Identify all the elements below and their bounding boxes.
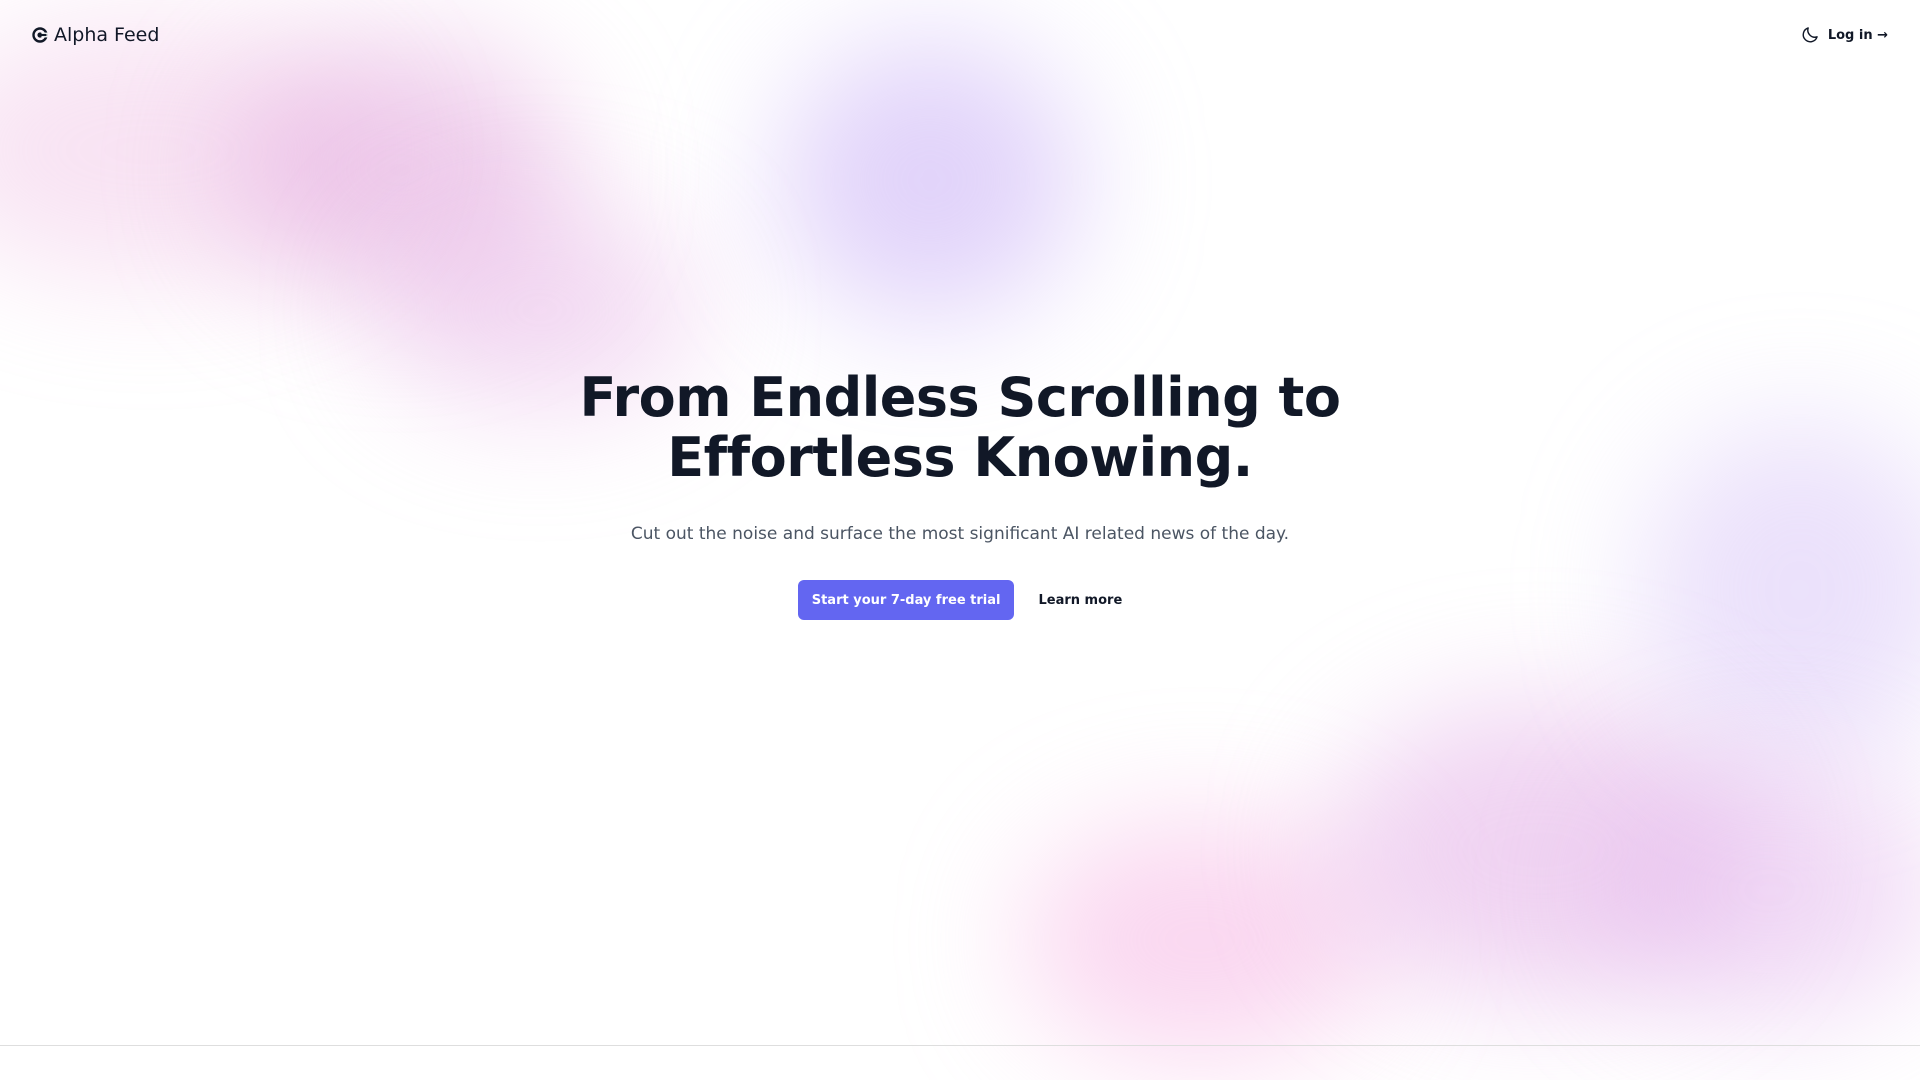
logo-link[interactable]: Alpha Feed <box>32 24 159 46</box>
hero-headline-line-1: From Endless Scrolling to <box>579 366 1341 429</box>
landing-page: Alpha Feed Log in → From Endless Scrolli… <box>0 0 1920 1080</box>
header-actions: Log in → <box>1800 25 1888 45</box>
hero-headline: From Endless Scrolling to Effortless Kno… <box>0 368 1920 488</box>
hero-headline-line-2: Effortless Knowing. <box>667 426 1253 489</box>
start-free-trial-button[interactable]: Start your 7-day free trial <box>797 580 1015 620</box>
background-gradient-blob <box>1330 700 1750 1000</box>
background-gradient-blob <box>1600 760 1920 1020</box>
section-divider <box>0 1045 1920 1046</box>
cta-row: Start your 7-day free trial Learn more <box>0 580 1920 620</box>
logo-text: Alpha Feed <box>54 24 160 46</box>
login-link[interactable]: Log in → <box>1828 28 1888 43</box>
hero-section: From Endless Scrolling to Effortless Kno… <box>0 368 1920 620</box>
alpha-feed-logo-icon <box>32 27 48 43</box>
learn-more-button[interactable]: Learn more <box>1038 593 1122 608</box>
background-gradient-blob <box>230 40 570 300</box>
moon-icon[interactable] <box>1800 25 1820 45</box>
site-header: Alpha Feed Log in → <box>0 0 1920 72</box>
background-gradient-blob <box>780 40 1080 320</box>
hero-subtitle: Cut out the noise and surface the most s… <box>630 524 1290 544</box>
background-gradient-blob <box>1020 820 1380 1060</box>
